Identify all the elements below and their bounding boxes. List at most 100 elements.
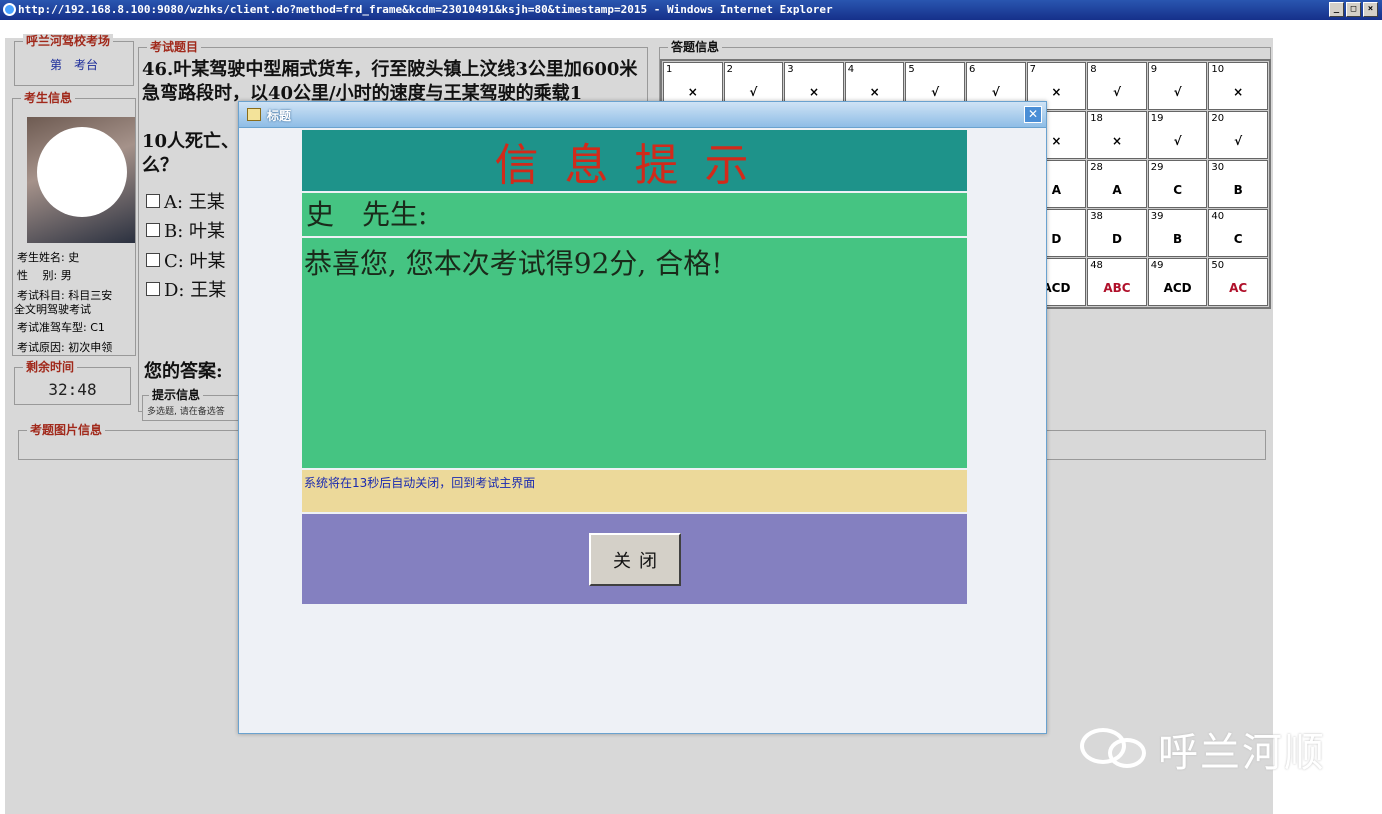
answer-cell-number: 7 bbox=[1029, 64, 1036, 75]
answer-cell-value: × bbox=[687, 85, 698, 99]
option-b-label: B: 叶某 bbox=[164, 221, 226, 242]
dialog-result-text: 恭喜您, 您本次考试得92分, 合格! bbox=[302, 238, 967, 468]
dialog-auto-close-note: 系统将在13秒后自动关闭，回到考试主界面 bbox=[302, 470, 967, 512]
close-window-button[interactable]: × bbox=[1363, 2, 1378, 17]
candidate-info-legend: 考生信息 bbox=[21, 91, 76, 105]
close-button[interactable]: 关闭 bbox=[589, 533, 681, 586]
answer-cell-value: ABC bbox=[1103, 281, 1131, 295]
answer-cell-value: × bbox=[1051, 85, 1062, 99]
picture-info-legend: 考题图片信息 bbox=[27, 423, 106, 437]
dialog-close-icon[interactable]: ✕ bbox=[1024, 106, 1042, 123]
answer-cell[interactable]: 39 B bbox=[1147, 209, 1208, 257]
wechat-logo-icon bbox=[1080, 724, 1148, 774]
answer-cell[interactable]: 10 × bbox=[1208, 62, 1268, 110]
ie-logo-icon bbox=[3, 3, 16, 16]
answer-cell-value: √ bbox=[1234, 134, 1243, 148]
dialog-titlebar: 标题 ✕ bbox=[239, 102, 1046, 128]
answer-cell-number: 8 bbox=[1090, 64, 1097, 75]
answer-cell[interactable]: 50 AC bbox=[1208, 258, 1268, 306]
answer-cell-value: × bbox=[869, 85, 880, 99]
answer-cell-number: 4 bbox=[847, 64, 855, 75]
option-c-label: C: 叶某 bbox=[164, 251, 226, 272]
dialog-edit-icon bbox=[247, 108, 261, 121]
answer-cell-number: 40 bbox=[1211, 211, 1225, 222]
answer-cell-number: 29 bbox=[1150, 162, 1164, 173]
option-c-checkbox[interactable] bbox=[146, 253, 160, 267]
dialog-button-panel: 关闭 bbox=[302, 514, 967, 604]
option-a[interactable]: A: 王某 bbox=[146, 188, 225, 214]
answer-cell-value: ACD bbox=[1163, 281, 1192, 295]
answer-cell-number: 9 bbox=[1150, 64, 1158, 75]
face-mask bbox=[37, 127, 127, 217]
answer-cell[interactable]: 49 ACD bbox=[1147, 258, 1208, 306]
answer-cell-value: √ bbox=[1173, 134, 1182, 148]
answer-cell-number: 2 bbox=[726, 64, 733, 75]
answer-cell[interactable]: 20 √ bbox=[1208, 111, 1268, 159]
option-d[interactable]: D: 王某 bbox=[146, 276, 226, 302]
answer-cell-number: 19 bbox=[1150, 113, 1164, 124]
answer-cell[interactable]: 29 C bbox=[1147, 160, 1208, 208]
candidate-photo bbox=[27, 117, 135, 243]
answer-cell-number: 39 bbox=[1150, 211, 1164, 222]
browser-titlebar: http://192.168.8.100:9080/wzhks/client.d… bbox=[0, 0, 1382, 20]
answer-cell[interactable]: 18 × bbox=[1087, 111, 1147, 159]
option-d-checkbox[interactable] bbox=[146, 282, 160, 296]
candidate-info-box: 考生信息 考生姓名: 史 性 别: 男 考试科目: 科目三安 全文明驾驶考试 考… bbox=[12, 91, 136, 356]
exam-site-prefix: 第 bbox=[49, 58, 62, 72]
answer-cell[interactable]: 38 D bbox=[1087, 209, 1147, 257]
result-dialog: 标题 ✕ 信息提示 史 先生: 恭喜您, 您本次考试得92分, 合格! 系统将在… bbox=[238, 101, 1047, 734]
exam-site-text: 第 考台 bbox=[15, 56, 133, 73]
answer-cell[interactable]: 28 A bbox=[1087, 160, 1147, 208]
answer-cell-number: 49 bbox=[1150, 260, 1164, 271]
answer-cell-number: 20 bbox=[1211, 113, 1225, 124]
your-answer-label: 您的答案: bbox=[144, 361, 223, 382]
answer-cell-number: 1 bbox=[666, 64, 673, 75]
answer-cell-value: × bbox=[1233, 85, 1244, 99]
watermark: 呼兰河顺 bbox=[1080, 720, 1326, 778]
answer-cell-number: 38 bbox=[1090, 211, 1103, 222]
answer-cell-value: × bbox=[1111, 134, 1123, 148]
exam-site-box: 呼兰河驾校考场 第 考台 bbox=[14, 34, 134, 86]
answer-cell-value: × bbox=[808, 85, 820, 99]
option-b[interactable]: B: 叶某 bbox=[146, 217, 225, 243]
answer-cell[interactable]: 48 ABC bbox=[1087, 258, 1147, 306]
answer-cell-value: B bbox=[1173, 232, 1183, 246]
answer-cell-value: AC bbox=[1229, 281, 1248, 295]
answers-legend: 答题信息 bbox=[668, 40, 723, 54]
answer-cell-value: √ bbox=[749, 85, 758, 99]
question-text: 46.叶某驾驶中型厢式货车，行至陂头镇上汶线3公里加600米急弯路段时，以40公… bbox=[142, 59, 638, 104]
answer-cell[interactable]: 30 B bbox=[1208, 160, 1268, 208]
answer-cell[interactable]: 40 C bbox=[1208, 209, 1268, 257]
answer-cell-number: 18 bbox=[1090, 113, 1103, 124]
answer-cell[interactable]: 8 √ bbox=[1087, 62, 1147, 110]
minimize-button[interactable]: _ bbox=[1329, 2, 1344, 17]
answer-cell-number: 5 bbox=[908, 64, 915, 75]
option-a-checkbox[interactable] bbox=[146, 194, 160, 208]
watermark-text: 呼兰河顺 bbox=[1158, 730, 1326, 776]
answer-cell-number: 3 bbox=[787, 64, 794, 75]
answer-cell-value: √ bbox=[991, 85, 1000, 99]
answer-cell-number: 10 bbox=[1211, 64, 1225, 75]
dialog-name-line: 史 先生: bbox=[302, 193, 967, 236]
answer-cell-number: 30 bbox=[1211, 162, 1225, 173]
maximize-button[interactable]: □ bbox=[1346, 2, 1361, 17]
timer-value: 32:48 bbox=[48, 380, 97, 399]
answer-cell-number: 6 bbox=[968, 64, 976, 75]
dialog-heading: 信息提示 bbox=[494, 139, 775, 191]
exam-site-legend: 呼兰河驾校考场 bbox=[23, 34, 114, 48]
candidate-subject-cont: 全文明驾驶考试 bbox=[14, 303, 91, 316]
dialog-title: 标题 bbox=[267, 109, 292, 123]
candidate-gender: 性 别: 男 bbox=[17, 269, 72, 282]
exam-site-suffix: 考台 bbox=[74, 58, 99, 72]
answer-cell[interactable]: 19 √ bbox=[1147, 111, 1208, 159]
answer-cell[interactable]: 9 √ bbox=[1147, 62, 1208, 110]
candidate-name: 考生姓名: 史 bbox=[17, 251, 80, 264]
option-b-checkbox[interactable] bbox=[146, 223, 160, 237]
answer-cell-value: D bbox=[1112, 232, 1122, 246]
answer-cell-number: 28 bbox=[1090, 162, 1103, 173]
timer-box: 剩余时间 32:48 bbox=[14, 360, 131, 405]
option-d-label: D: 王某 bbox=[164, 280, 227, 301]
option-c[interactable]: C: 叶某 bbox=[146, 247, 226, 273]
answer-cell-number: 50 bbox=[1211, 260, 1225, 271]
answer-cell-value: C bbox=[1173, 183, 1182, 197]
